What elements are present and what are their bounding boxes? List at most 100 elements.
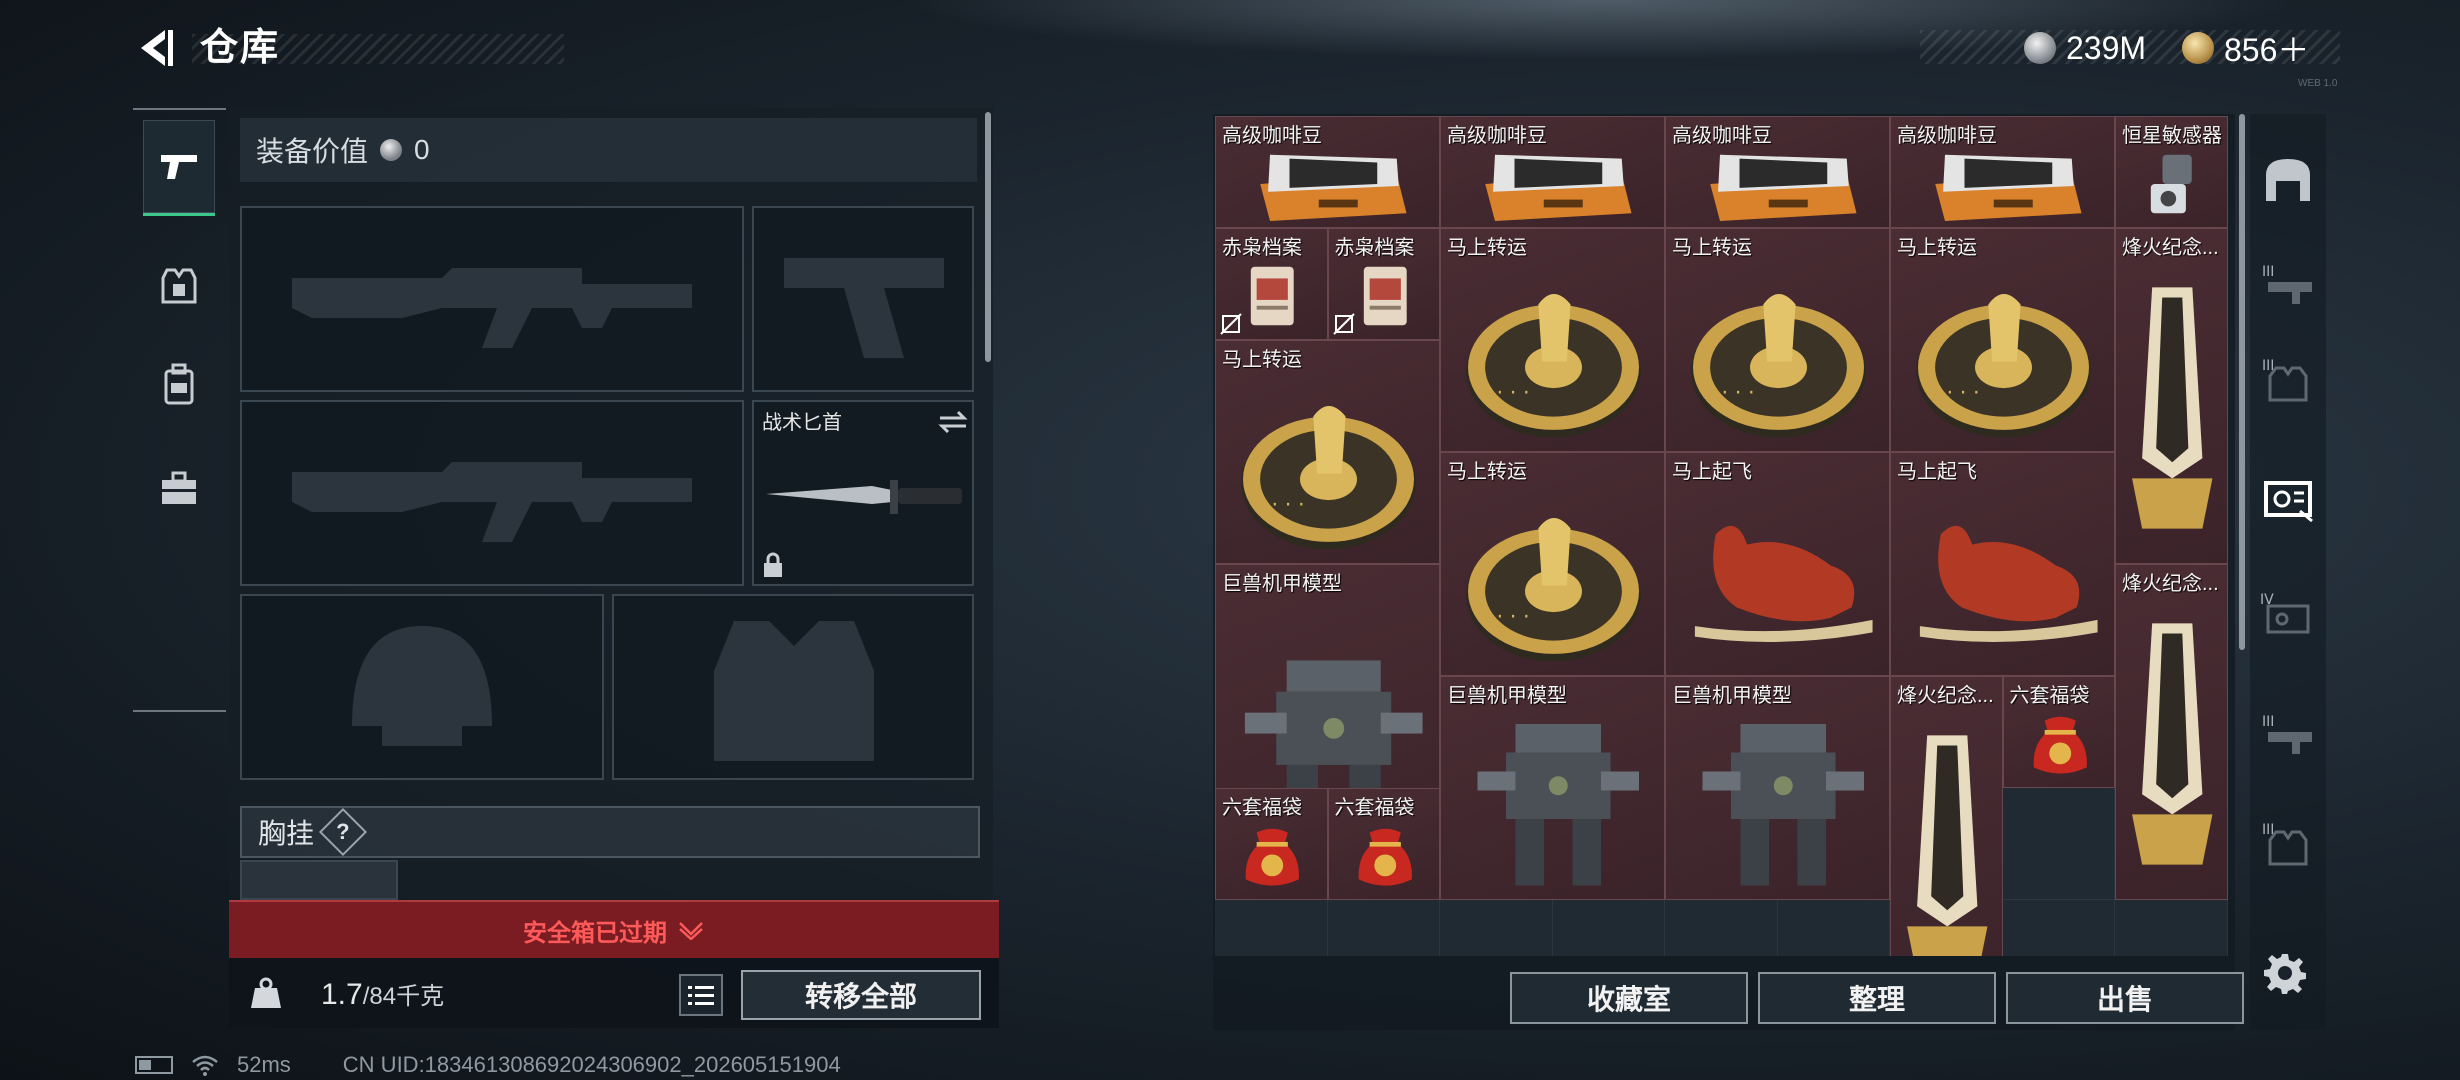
status-bar: 52ms CN UID:183461308692024306902_202605…	[135, 1052, 841, 1078]
stash-item-red-horse[interactable]: 马上起飞	[1890, 452, 2115, 676]
equipment-scrollbar[interactable]	[985, 112, 991, 362]
chest-rig-slot[interactable]	[240, 860, 398, 900]
stash-item-label: 马上转运	[1897, 237, 1977, 259]
category-tab-collectibles[interactable]	[2258, 470, 2318, 530]
stash-item-sensor[interactable]: 恒星敏感器	[2115, 116, 2228, 228]
stash-item-trophy[interactable]: 烽火纪念...	[2115, 564, 2228, 900]
stash-cell[interactable]	[1552, 900, 1665, 956]
category-tab-2[interactable]: III	[2258, 350, 2318, 410]
stash-item-label: 马上起飞	[1672, 461, 1752, 483]
move-all-button[interactable]: 转移全部	[741, 970, 981, 1020]
category-tab-6[interactable]: III	[2258, 814, 2318, 874]
nav-medical[interactable]	[143, 440, 215, 536]
gear-icon[interactable]	[2264, 952, 2306, 994]
category-all[interactable]	[2258, 150, 2318, 210]
list-view-button[interactable]	[679, 974, 723, 1016]
stash-item-coffee-beans[interactable]: 高级咖啡豆	[1440, 116, 1665, 228]
stash-item-label: 马上转运	[1447, 461, 1527, 483]
vest-category-icon: III	[2262, 822, 2308, 866]
weight-value: 1.7	[321, 978, 363, 1011]
value-coin-icon	[380, 139, 403, 161]
primary-weapon-slot[interactable]	[240, 206, 744, 392]
category-tab-1[interactable]: III	[2258, 254, 2318, 314]
stash-item-label: 六套福袋	[1222, 797, 1302, 819]
stash-item-horse-coin[interactable]: · · · 马上转运	[1890, 228, 2115, 452]
stash-item-label: 烽火纪念...	[2122, 237, 2219, 259]
stash-item-label: 巨兽机甲模型	[1672, 685, 1792, 707]
weight-capacity: /84千克	[362, 983, 445, 1010]
stash-item-lucky-bag[interactable]: 六套福袋	[1215, 788, 1328, 900]
coffee-beans-icon	[1710, 154, 1857, 222]
stash-item-coffee-beans[interactable]: 高级咖啡豆	[1665, 116, 1890, 228]
nav-backpack[interactable]	[143, 336, 215, 432]
stash-item-label: 烽火纪念...	[1897, 685, 1994, 707]
body-armor-slot[interactable]	[612, 594, 974, 780]
pistol-slot[interactable]	[752, 206, 974, 392]
stash-item-horse-coin[interactable]: · · · 马上转运	[1665, 228, 1890, 452]
nav-armor[interactable]	[143, 238, 215, 334]
tactical-knife-icon	[766, 480, 962, 514]
safe-box-expired-bar[interactable]: 安全箱已过期	[229, 900, 999, 958]
svg-text:III: III	[2262, 714, 2274, 730]
stash-item-coffee-beans[interactable]: 高级咖啡豆	[1215, 116, 1440, 228]
stash-cell[interactable]	[1777, 900, 1890, 956]
version-text: WEB 1.0	[2298, 78, 2338, 89]
stash-item-lucky-bag[interactable]: 六套福袋	[2002, 676, 2115, 788]
nav-weapons[interactable]	[143, 120, 215, 216]
stash-cell[interactable]	[2002, 788, 2115, 900]
stash-cell[interactable]	[1327, 900, 1440, 956]
currency-gold-value: 856＋	[2224, 32, 2310, 68]
melee-slot[interactable]: 战术匕首	[752, 400, 974, 586]
stash-item-trophy[interactable]: 烽火纪念...	[2115, 228, 2228, 564]
category-tab-5[interactable]: III	[2258, 704, 2318, 764]
svg-text:· · ·: · · ·	[1947, 381, 1980, 405]
stash-category-nav: III III IV III III	[2250, 114, 2326, 1030]
category-tab-4[interactable]: IV	[2258, 584, 2318, 644]
stash-item-label: 马上转运	[1447, 237, 1527, 259]
stash-cell[interactable]	[2115, 900, 2228, 956]
currency-silver-value: 239M	[2066, 29, 2147, 66]
chest-rig-label: 胸挂	[258, 818, 315, 849]
sell-button[interactable]: 出售	[2006, 972, 2244, 1024]
back-arrow-icon[interactable]	[135, 26, 179, 70]
stash-cell[interactable]	[1665, 900, 1778, 956]
collection-room-button[interactable]: 收藏室	[1510, 972, 1748, 1024]
organize-button[interactable]: 整理	[1758, 972, 1996, 1024]
secondary-weapon-slot[interactable]	[240, 400, 744, 586]
stash-item-mech[interactable]: 巨兽机甲模型	[1665, 676, 1890, 900]
svg-text:· · ·: · · ·	[1722, 381, 1755, 405]
chest-rig-row[interactable]: 胸挂 ?	[240, 806, 980, 858]
safe-box-expired-text: 安全箱已过期	[523, 919, 667, 947]
stash-item-file[interactable]: 赤枭档案	[1215, 228, 1328, 340]
stash-item-coffee-beans[interactable]: 高级咖啡豆	[1890, 116, 2115, 228]
weight-readout: 1.7/84千克	[321, 976, 444, 1012]
currency-silver[interactable]: 239M	[2024, 26, 2146, 70]
stash-item-lucky-bag[interactable]: 六套福袋	[1327, 788, 1440, 900]
ping-text: 52ms	[237, 1052, 291, 1077]
stash-cell[interactable]	[2002, 900, 2115, 956]
weight-bar: 1.7/84千克 转移全部	[229, 958, 999, 1028]
loadout-side-nav	[133, 108, 226, 712]
stash-item-label: 六套福袋	[2009, 685, 2090, 707]
stash-item-file[interactable]: 赤枭档案	[1327, 228, 1440, 340]
horse-coin-icon: · · ·	[1691, 294, 1866, 438]
uid-text: CN UID:183461308692024306902_20260515190…	[342, 1052, 841, 1077]
swap-icon[interactable]	[938, 410, 968, 434]
help-icon[interactable]: ?	[318, 807, 368, 857]
stash-item-red-horse[interactable]: 马上起飞	[1665, 452, 1890, 676]
currency-gold[interactable]: 856＋	[2182, 26, 2309, 70]
vest-silhouette-icon	[714, 621, 874, 761]
mech-model-icon	[1702, 724, 1864, 886]
stash-item-horse-coin[interactable]: · · · 马上转运	[1440, 452, 1665, 676]
svg-text:III: III	[2262, 264, 2274, 280]
stash-cell[interactable]	[1440, 900, 1553, 956]
stash-item-mech[interactable]: 巨兽机甲模型	[1440, 676, 1665, 900]
stash-item-horse-coin[interactable]: · · · 马上转运	[1215, 340, 1440, 564]
helmet-slot[interactable]	[240, 594, 604, 780]
stash-item-label: 马上转运	[1672, 237, 1752, 259]
stash-item-trophy[interactable]: 烽火纪念...	[1890, 676, 2003, 956]
stash-cell[interactable]	[1215, 900, 1328, 956]
equipment-value: 0	[414, 134, 430, 165]
stash-scrollbar[interactable]	[2239, 114, 2245, 650]
stash-item-horse-coin[interactable]: · · · 马上转运	[1440, 228, 1665, 452]
